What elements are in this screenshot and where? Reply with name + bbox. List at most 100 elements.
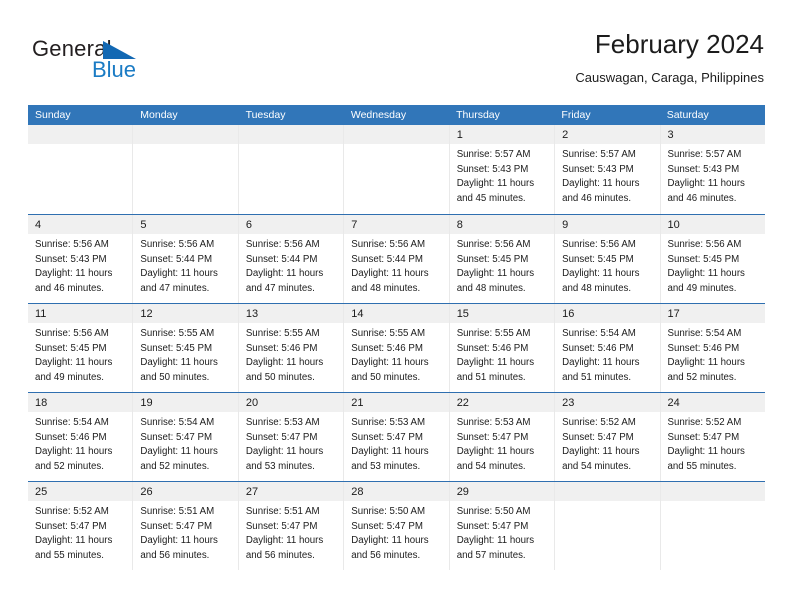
day-detail-line: Daylight: 11 hours (562, 446, 640, 458)
weekday-header-saturday: Saturday (666, 109, 709, 121)
day-detail-line: Sunset: 5:44 PM (351, 253, 423, 265)
day-detail-line: Daylight: 11 hours (351, 446, 429, 458)
day-cell[interactable]: 29 Sunrise: 5:50 AM Sunset: 5:47 PM Dayligh… (449, 482, 556, 570)
day-cell[interactable]: 21 Sunrise: 5:53 AM Sunset: 5:47 PM Dayligh… (344, 393, 450, 481)
day-details: Sunrise: 5:56 AM Sunset: 5:45 PM Daylight:… (555, 234, 659, 296)
day-cell-empty (28, 125, 134, 214)
day-number: 20 (245, 397, 259, 409)
calendar-page: General Blue February 2024 Causwagan, Ca… (0, 0, 792, 612)
day-detail-line: and 46 minutes. (562, 192, 632, 204)
day-cell[interactable]: 7 Sunrise: 5:56 AM Sunset: 5:44 PM Daylight… (344, 215, 450, 303)
day-detail-line: Daylight: 11 hours (35, 446, 113, 458)
day-number: 8 (456, 219, 463, 231)
day-detail-line: Sunset: 5:45 PM (667, 253, 740, 265)
day-detail-line: Sunset: 5:43 PM (667, 163, 740, 175)
day-detail-line: Sunset: 5:44 PM (140, 253, 213, 265)
day-cell[interactable]: 14 Sunrise: 5:55 AM Sunset: 5:46 PM Dayligh… (344, 304, 450, 392)
day-detail-line: Sunrise: 5:56 AM (351, 239, 426, 250)
day-number-band (660, 482, 765, 501)
day-detail-line: Sunrise: 5:54 AM (35, 417, 109, 428)
day-number-band: 8 (449, 215, 555, 234)
day-cell[interactable]: 18 Sunrise: 5:54 AM Sunset: 5:46 PM Dayligh… (28, 393, 134, 481)
day-detail-line: Sunrise: 5:50 AM (351, 506, 426, 517)
day-cell[interactable]: 11 Sunrise: 5:56 AM Sunset: 5:45 PM Dayligh… (28, 304, 134, 392)
day-cell[interactable]: 15 Sunrise: 5:55 AM Sunset: 5:46 PM Dayligh… (449, 304, 556, 392)
day-detail-line: Daylight: 11 hours (562, 268, 640, 280)
day-detail-line: Daylight: 11 hours (562, 178, 640, 190)
day-cell[interactable]: 3 Sunrise: 5:57 AM Sunset: 5:43 PM Daylight… (660, 125, 765, 214)
day-detail-line: and 52 minutes. (35, 460, 104, 472)
page-subtitle: Causwagan, Caraga, Philippines (575, 70, 764, 85)
day-cell[interactable]: 28 Sunrise: 5:50 AM Sunset: 5:47 PM Dayligh… (344, 482, 450, 570)
day-number: 10 (667, 219, 680, 231)
day-cell[interactable]: 27 Sunrise: 5:51 AM Sunset: 5:47 PM Dayligh… (238, 482, 345, 570)
day-cell-empty (660, 482, 765, 570)
calendar-weeks: 1 Sunrise: 5:57 AM Sunset: 5:43 PM Daylight… (28, 125, 765, 570)
day-details: Sunrise: 5:56 AM Sunset: 5:45 PM Daylight:… (450, 234, 554, 296)
day-detail-line: Sunrise: 5:54 AM (140, 417, 215, 428)
day-details: Sunrise: 5:56 AM Sunset: 5:44 PM Daylight:… (344, 234, 448, 296)
day-cell[interactable]: 19 Sunrise: 5:54 AM Sunset: 5:47 PM Dayligh… (133, 393, 239, 481)
day-detail-line: Daylight: 11 hours (245, 357, 324, 369)
day-number-band: 20 (238, 393, 344, 412)
day-cell[interactable]: 26 Sunrise: 5:51 AM Sunset: 5:47 PM Dayligh… (133, 482, 239, 570)
day-cell[interactable]: 10 Sunrise: 5:56 AM Sunset: 5:45 PM Dayligh… (660, 215, 765, 303)
day-cell[interactable]: 13 Sunrise: 5:55 AM Sunset: 5:46 PM Dayligh… (238, 304, 345, 392)
day-cell[interactable]: 17 Sunrise: 5:54 AM Sunset: 5:46 PM Dayligh… (660, 304, 765, 392)
day-number-band: 2 (555, 125, 660, 144)
day-cell[interactable]: 9 Sunrise: 5:56 AM Sunset: 5:45 PM Daylight… (555, 215, 661, 303)
day-details: Sunrise: 5:50 AM Sunset: 5:47 PM Daylight:… (450, 501, 554, 563)
day-number: 2 (562, 129, 569, 141)
day-cell[interactable]: 4 Sunrise: 5:56 AM Sunset: 5:43 PM Daylight… (28, 215, 134, 303)
day-cell[interactable]: 20 Sunrise: 5:53 AM Sunset: 5:47 PM Dayligh… (238, 393, 345, 481)
day-cell-empty (133, 125, 239, 214)
day-number-band: 24 (660, 393, 765, 412)
day-detail-line: Sunset: 5:46 PM (562, 342, 634, 354)
day-detail-line: Sunrise: 5:52 AM (562, 417, 636, 428)
day-cell[interactable]: 23 Sunrise: 5:52 AM Sunset: 5:47 PM Dayligh… (555, 393, 661, 481)
day-number-band: 27 (238, 482, 344, 501)
day-cell[interactable]: 2 Sunrise: 5:57 AM Sunset: 5:43 PM Daylight… (555, 125, 661, 214)
day-details: Sunrise: 5:53 AM Sunset: 5:47 PM Daylight:… (344, 412, 448, 474)
day-number: 14 (351, 308, 364, 320)
day-cell[interactable]: 1 Sunrise: 5:57 AM Sunset: 5:43 PM Daylight… (449, 125, 556, 214)
day-number: 6 (245, 219, 252, 231)
day-number: 19 (140, 397, 153, 409)
day-cell[interactable]: 22 Sunrise: 5:53 AM Sunset: 5:47 PM Dayligh… (449, 393, 556, 481)
day-details: Sunrise: 5:54 AM Sunset: 5:47 PM Daylight:… (133, 412, 237, 474)
day-detail-line: and 51 minutes. (562, 371, 632, 383)
day-number-band: 1 (449, 125, 555, 144)
day-cell[interactable]: 16 Sunrise: 5:54 AM Sunset: 5:46 PM Dayligh… (555, 304, 661, 392)
day-number: 25 (35, 486, 48, 498)
day-number: 15 (456, 308, 469, 320)
day-detail-line: Sunrise: 5:55 AM (140, 328, 215, 339)
day-detail-line: Sunset: 5:47 PM (667, 431, 740, 443)
day-detail-line: and 57 minutes. (456, 549, 526, 561)
day-details: Sunrise: 5:53 AM Sunset: 5:47 PM Daylight:… (239, 412, 343, 474)
day-detail-line: Daylight: 11 hours (351, 535, 429, 547)
day-cell-empty (344, 125, 450, 214)
day-number-band: 3 (660, 125, 765, 144)
day-detail-line: Sunset: 5:45 PM (456, 253, 529, 265)
day-number: 18 (35, 397, 48, 409)
day-cell[interactable]: 5 Sunrise: 5:56 AM Sunset: 5:44 PM Daylight… (133, 215, 239, 303)
day-detail-line: Sunset: 5:46 PM (35, 431, 107, 443)
day-detail-line: Daylight: 11 hours (35, 357, 113, 369)
general-blue-logo[interactable]: General Blue (32, 36, 162, 84)
day-detail-line: Sunset: 5:47 PM (245, 520, 318, 532)
day-cell[interactable]: 12 Sunrise: 5:55 AM Sunset: 5:45 PM Dayligh… (133, 304, 239, 392)
day-cell[interactable]: 24 Sunrise: 5:52 AM Sunset: 5:47 PM Dayligh… (660, 393, 765, 481)
day-cell[interactable]: 6 Sunrise: 5:56 AM Sunset: 5:44 PM Daylight… (238, 215, 345, 303)
day-detail-line: and 51 minutes. (456, 371, 526, 383)
day-number-band (344, 125, 449, 144)
day-detail-line: and 53 minutes. (245, 460, 315, 472)
day-cell[interactable]: 8 Sunrise: 5:56 AM Sunset: 5:45 PM Daylight… (449, 215, 556, 303)
day-number-band: 12 (133, 304, 238, 323)
day-detail-line: Sunrise: 5:56 AM (562, 239, 636, 250)
day-number-band: 5 (133, 215, 238, 234)
calendar-week-row: 1 Sunrise: 5:57 AM Sunset: 5:43 PM Daylight… (28, 125, 765, 214)
day-detail-line: Sunset: 5:47 PM (351, 520, 423, 532)
day-details: Sunrise: 5:56 AM Sunset: 5:44 PM Daylight:… (133, 234, 237, 296)
day-cell[interactable]: 25 Sunrise: 5:52 AM Sunset: 5:47 PM Dayligh… (28, 482, 134, 570)
day-number-band: 10 (660, 215, 765, 234)
